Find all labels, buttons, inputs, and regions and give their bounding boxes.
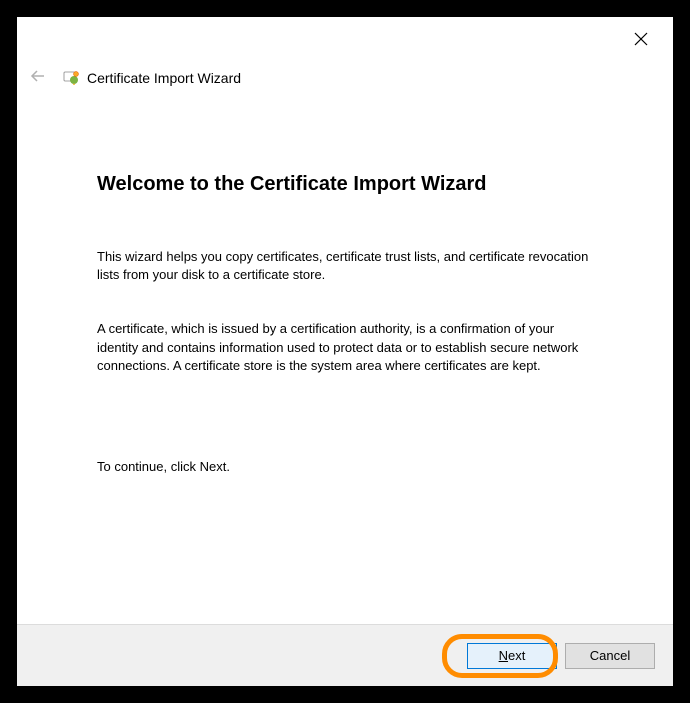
wizard-header: Certificate Import Wizard <box>17 17 673 89</box>
wizard-content: Welcome to the Certificate Import Wizard… <box>17 89 673 624</box>
page-heading: Welcome to the Certificate Import Wizard <box>97 173 593 196</box>
wizard-title: Certificate Import Wizard <box>87 70 241 86</box>
certificate-import-wizard-window: Certificate Import Wizard Welcome to the… <box>17 17 673 686</box>
explanation-paragraph: A certificate, which is issued by a cert… <box>97 320 593 375</box>
back-arrow-icon <box>29 67 47 90</box>
close-button[interactable] <box>631 31 651 51</box>
close-icon <box>634 32 648 51</box>
certificate-icon <box>61 68 81 88</box>
continue-instruction: To continue, click Next. <box>97 459 593 474</box>
cancel-button[interactable]: Cancel <box>565 643 655 669</box>
next-button[interactable]: Next <box>467 643 557 669</box>
wizard-footer: Next Cancel <box>17 624 673 686</box>
intro-paragraph: This wizard helps you copy certificates,… <box>97 248 593 284</box>
back-button <box>27 67 49 89</box>
